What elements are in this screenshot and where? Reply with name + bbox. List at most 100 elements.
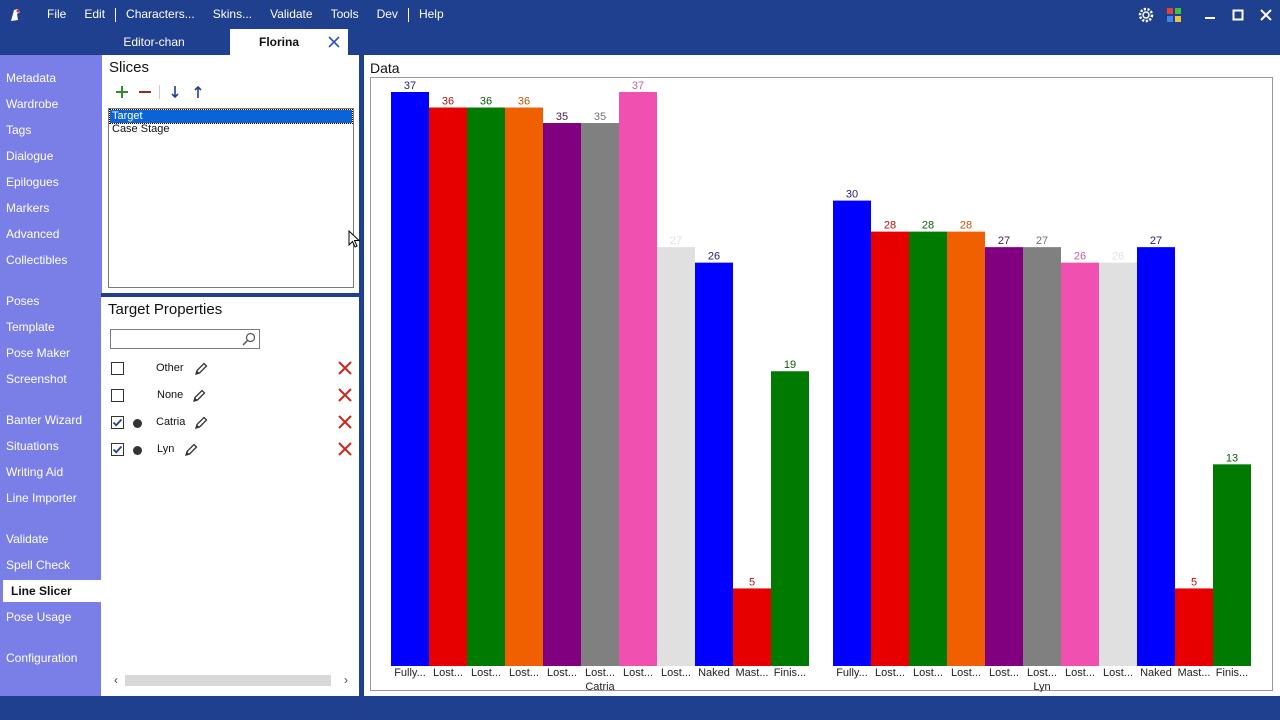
chart-bar	[833, 200, 871, 666]
sidebar-item-pose-maker[interactable]: Pose Maker	[0, 342, 101, 364]
tab-florina-label: Florina	[258, 35, 299, 49]
move-down-icon[interactable]	[163, 83, 186, 101]
sidebar-item-wardrobe[interactable]: Wardrobe	[0, 93, 101, 115]
chart-bar	[1213, 464, 1251, 666]
scroll-left-icon[interactable]: ‹	[109, 672, 123, 688]
delete-icon[interactable]	[336, 387, 354, 405]
chart-bar	[947, 231, 985, 666]
minimize-icon[interactable]	[1196, 0, 1224, 29]
sidebar-item-writing-aid[interactable]: Writing Aid	[0, 461, 101, 483]
bar-value-label: 35	[556, 111, 568, 123]
delete-icon[interactable]	[336, 414, 354, 432]
scroll-right-icon[interactable]: ›	[339, 672, 353, 688]
category-tick-label: Lost...	[623, 667, 653, 679]
edit-pencil-icon[interactable]	[183, 442, 199, 458]
bar-value-label: 26	[1112, 251, 1124, 263]
status-bar	[0, 696, 1280, 720]
target-label: None	[157, 389, 184, 401]
slice-list[interactable]: Target Case Stage	[108, 108, 354, 288]
slice-toolbar	[110, 83, 209, 101]
settings-gear-icon[interactable]	[1132, 0, 1160, 29]
search-icon[interactable]	[242, 332, 256, 346]
sidebar-item-spell-check[interactable]: Spell Check	[0, 554, 101, 576]
target-row: Other	[109, 359, 357, 379]
sidebar-item-pose-usage[interactable]: Pose Usage	[0, 606, 101, 628]
tab-editor-chan[interactable]: Editor-chan	[78, 29, 230, 55]
close-tab-icon[interactable]	[326, 35, 342, 51]
bar-value-label: 26	[708, 251, 720, 263]
menu-characters[interactable]: Characters...	[117, 0, 204, 29]
bar-value-label: 36	[518, 96, 530, 108]
target-row: None	[109, 386, 357, 406]
target-checkbox[interactable]	[111, 416, 124, 429]
category-tick-label: Lost...	[1027, 667, 1057, 679]
close-window-icon[interactable]	[1252, 0, 1280, 29]
menu-help[interactable]: Help	[410, 0, 453, 29]
slice-item-target[interactable]: Target	[109, 109, 353, 124]
category-tick-label: Lost...	[509, 667, 539, 679]
sidebar-item-banter-wizard[interactable]: Banter Wizard	[0, 409, 101, 431]
edit-pencil-icon[interactable]	[193, 361, 209, 377]
target-checkbox[interactable]	[111, 389, 124, 402]
slice-item-case-stage[interactable]: Case Stage	[110, 123, 352, 136]
sidebar-item-line-importer[interactable]: Line Importer	[0, 487, 101, 509]
menu-edit[interactable]: Edit	[75, 0, 114, 29]
category-tick-label: Fully...	[836, 667, 868, 679]
category-tick-label: Lost...	[989, 667, 1019, 679]
category-tick-label: Naked	[1140, 667, 1172, 679]
maximize-icon[interactable]	[1224, 0, 1252, 29]
bar-value-label: 27	[1036, 235, 1048, 247]
sidebar-item-line-slicer[interactable]: Line Slicer	[3, 580, 101, 602]
category-tick-label: Lost...	[585, 667, 615, 679]
target-checkbox[interactable]	[111, 443, 124, 456]
sidebar-item-markers[interactable]: Markers	[0, 197, 101, 219]
delete-icon[interactable]	[336, 441, 354, 459]
sidebar-item-configuration[interactable]: Configuration	[0, 647, 101, 669]
target-checkbox[interactable]	[111, 362, 124, 375]
sidebar-item-advanced[interactable]: Advanced	[0, 223, 101, 245]
category-tick-label: Lost...	[1103, 667, 1133, 679]
horizontal-scrollbar[interactable]: ‹ ›	[109, 671, 353, 689]
sidebar-item-poses[interactable]: Poses	[0, 290, 101, 312]
remove-slice-icon[interactable]	[133, 83, 156, 101]
sidebar-item-template[interactable]: Template	[0, 316, 101, 338]
add-slice-icon[interactable]	[110, 83, 133, 101]
chart-bar	[1175, 588, 1213, 666]
edit-pencil-icon[interactable]	[193, 415, 209, 431]
edit-pencil-icon[interactable]	[191, 388, 207, 404]
chart-bar	[391, 92, 429, 666]
target-row: Lyn	[109, 440, 357, 460]
menu-dev[interactable]: Dev	[368, 0, 407, 29]
move-up-icon[interactable]	[186, 83, 209, 101]
chart-bar	[771, 371, 809, 666]
bar-value-label: 28	[884, 220, 896, 232]
sidebar-item-screenshot[interactable]: Screenshot	[0, 368, 101, 390]
menu-skins[interactable]: Skins...	[204, 0, 261, 29]
target-properties-panel: Target Properties Other None Catria Lyn ‹ ›	[101, 297, 359, 696]
sidebar-item-collectibles[interactable]: Collectibles	[0, 249, 101, 271]
chart-bar	[909, 231, 947, 666]
delete-icon[interactable]	[336, 360, 354, 378]
sidebar-item-epilogues[interactable]: Epilogues	[0, 171, 101, 193]
bar-value-label: 27	[670, 235, 682, 247]
bar-value-label: 26	[1074, 251, 1086, 263]
category-tick-label: Fully...	[394, 667, 426, 679]
layout-grid-icon[interactable]	[1160, 0, 1188, 29]
sidebar-item-metadata[interactable]: Metadata	[0, 67, 101, 89]
bar-value-label: 19	[784, 359, 796, 371]
tab-strip: Editor-chan Florina	[0, 29, 1280, 55]
chart-bar	[429, 107, 467, 667]
sidebar-item-situations[interactable]: Situations	[0, 435, 101, 457]
property-search-input[interactable]	[110, 329, 260, 349]
category-tick-label: Mast...	[1177, 667, 1210, 679]
menu-file[interactable]: File	[38, 0, 75, 29]
bar-chart: 37 Fully... 36 Lost... 36 Lost... 36 Lost... 35 L…	[391, 80, 1251, 692]
category-tick-label: Lost...	[913, 667, 943, 679]
sidebar-item-tags[interactable]: Tags	[0, 119, 101, 141]
sidebar-item-dialogue[interactable]: Dialogue	[0, 145, 101, 167]
menu-validate[interactable]: Validate	[261, 0, 321, 29]
menu-tools[interactable]: Tools	[322, 0, 368, 29]
sidebar-item-validate[interactable]: Validate	[0, 528, 101, 550]
scrollbar-thumb[interactable]	[125, 675, 331, 686]
